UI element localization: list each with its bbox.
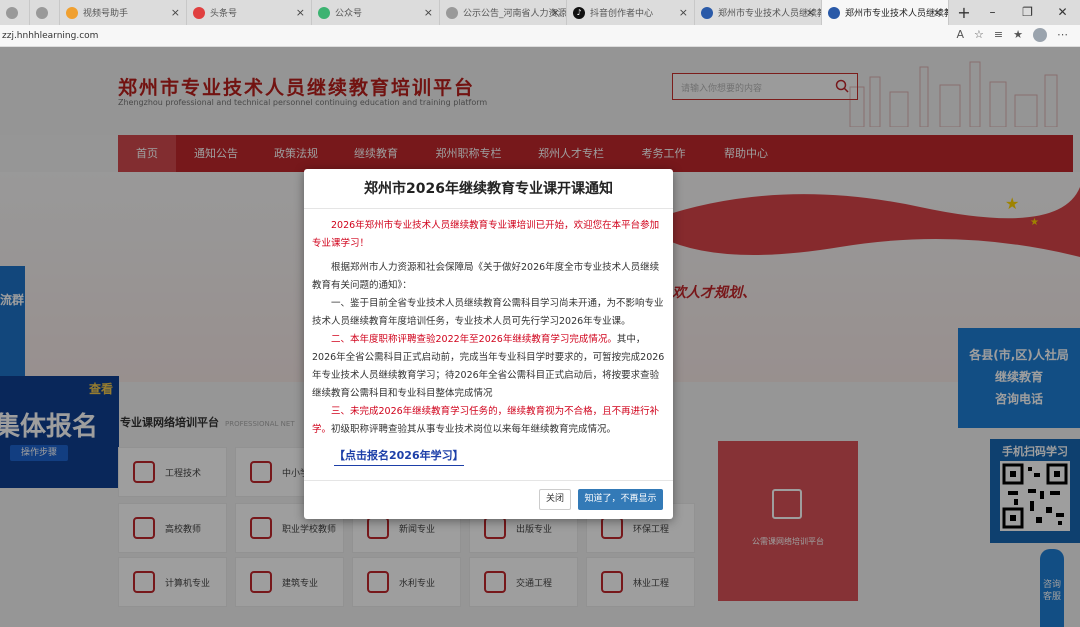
dont-show-again-button[interactable]: 知道了，不再显示 [578,489,663,510]
modal-paragraph-2: 一、鉴于目前全省专业技术人员继续教育公需科目学习尚未开通，为不影响专业技术人员继… [312,298,664,327]
close-tab-icon[interactable]: × [171,6,180,19]
tab-favicon-icon [828,6,840,19]
tab-favicon-icon [66,6,78,19]
browser-tab-5[interactable]: 公示公告_河南省人力资源和 × [440,0,567,25]
register-2026-link[interactable]: 【点击报名2026年学习】 [334,447,464,466]
close-tab-icon[interactable]: × [424,6,433,19]
address-bar: zzj.hnhhlearning.com A ☆ ≡ ★ ⋯ [0,25,1080,47]
modal-body: 2026年郑州市专业技术人员继续教育专业课培训已开始，欢迎您在本平台参加专业课学… [304,209,673,481]
profile-avatar[interactable] [1033,28,1047,42]
browser-tab-4[interactable]: 公众号 × [312,0,440,25]
close-tab-icon[interactable]: × [806,6,815,19]
globe-icon [446,6,458,19]
browser-tab-bar: 视频号助手 × 头条号 × 公众号 × 公示公告_河南省人力资源和 × ♪ 抖音创作者中心… [0,0,1080,25]
browser-tab-3[interactable]: 头条号 × [187,0,312,25]
globe-icon [36,6,48,19]
tab-favicon-icon [701,6,713,19]
window-controls: – ❐ ✕ [975,0,1080,25]
browser-tab-7[interactable]: 郑州市专业技术人员继续教育× [695,0,822,25]
modal-title: 郑州市2026年继续教育专业课开课通知 [304,169,673,209]
close-tab-icon[interactable]: × [296,6,305,19]
browser-tab-0[interactable] [0,0,30,25]
tiktok-icon: ♪ [573,6,585,19]
close-button[interactable]: 关闭 [539,489,571,510]
web-page: 郑州市专业技术人员继续教育培训平台 Zhengzhou professional… [0,47,1080,627]
browser-tab-1[interactable] [30,0,60,25]
favorites-icon[interactable]: ★ [1013,28,1023,42]
notice-modal: 郑州市2026年继续教育专业课开课通知 2026年郑州市专业技术人员继续教育专业… [304,169,673,519]
modal-footer: 关闭 知道了，不再显示 [304,480,673,519]
collections-icon[interactable]: ≡ [994,28,1003,42]
read-aloud-icon[interactable]: A [957,28,965,42]
modal-paragraph-4: 三、未完成2026年继续教育学习任务的，继续教育视为不合格，且不再进行补学。初级… [312,406,660,435]
close-tab-icon[interactable]: × [679,6,688,19]
more-menu-icon[interactable]: ⋯ [1057,28,1068,42]
close-tab-icon[interactable]: × [933,6,942,19]
browser-tab-6[interactable]: ♪ 抖音创作者中心 × [567,0,695,25]
browser-tab-8-active[interactable]: 郑州市专业技术人员继续教育× [822,0,949,25]
browser-tab-2[interactable]: 视频号助手 × [60,0,187,25]
favorite-star-icon[interactable]: ☆ [974,28,984,42]
modal-paragraph-1: 根据郑州市人力资源和社会保障局《关于做好2026年度全市专业技术人员继续教育有关… [312,262,660,291]
modal-intro: 2026年郑州市专业技术人员继续教育专业课培训已开始，欢迎您在本平台参加专业课学… [312,220,660,249]
page-icon [6,6,18,19]
close-tab-icon[interactable]: × [551,6,560,19]
minimize-icon[interactable]: – [975,0,1010,25]
modal-paragraph-3: 二、本年度职称评聘查验2022年至2026年继续教育学习完成情况。其中，2026… [312,334,665,399]
tab-favicon-icon [318,6,330,19]
maximize-icon[interactable]: ❐ [1010,0,1045,25]
url-field[interactable]: zzj.hnhhlearning.com [2,31,98,41]
browser-toolbar: A ☆ ≡ ★ ⋯ [957,28,1068,42]
tab-favicon-icon [193,6,205,19]
close-window-icon[interactable]: ✕ [1045,0,1080,25]
